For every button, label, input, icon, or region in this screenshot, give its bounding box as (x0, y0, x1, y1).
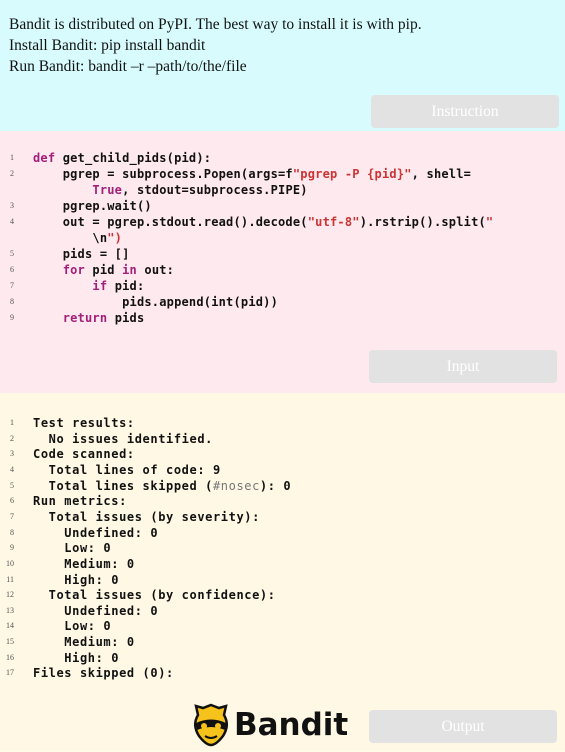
line-number: 1 (10, 153, 14, 162)
code-line: 4 out = pgrep.stdout.read().decode("utf-… (0, 214, 565, 230)
bandit-mask-icon (194, 703, 228, 747)
code-text: True, stdout=subprocess.PIPE) (92, 183, 308, 197)
line-number: 5 (10, 480, 14, 490)
code-text: def get_child_pids(pid): (33, 151, 212, 165)
instruction-line: Bandit is distributed on PyPI. The best … (9, 16, 422, 33)
line-number: 3 (10, 449, 14, 459)
code-line: 3 pgrep.wait() (0, 198, 565, 214)
instruction-panel: Bandit is distributed on PyPI. The best … (0, 0, 565, 131)
output-line: 10 Medium: 0 (0, 556, 565, 572)
line-number: 13 (6, 605, 14, 615)
output-line: 12 Total issues (by confidence): (0, 587, 565, 603)
line-number: 5 (10, 249, 14, 258)
output-text: Code scanned: (33, 447, 135, 462)
output-text: Low: 0 (33, 619, 112, 634)
output-text: Total issues (by confidence): (33, 588, 276, 603)
line-number: 1 (10, 418, 14, 427)
line-number: 12 (6, 590, 14, 600)
code-line: 6 for pid in out: (0, 262, 565, 278)
output-line: 11 High: 0 (0, 572, 565, 588)
code-line: 2 pgrep = subprocess.Popen(args=f"pgrep … (0, 166, 565, 182)
line-number: 16 (6, 652, 14, 662)
line-number: 11 (6, 574, 14, 584)
bandit-logo: Bandit (190, 703, 350, 749)
code-text: for pid in out: (62, 263, 175, 277)
code-line: 8 pids.append(int(pid)) (0, 294, 565, 310)
output-line: 5 Total lines skipped (#nosec): 0 (0, 478, 565, 494)
instruction-line: Install Bandit: pip install bandit (9, 37, 206, 54)
code-text: return pids (62, 311, 145, 325)
output-label: Output (369, 710, 557, 743)
output-text: High: 0 (33, 572, 120, 587)
line-number: 6 (10, 265, 14, 274)
output-line: 4 Total lines of code: 9 (0, 462, 565, 478)
line-number: 9 (10, 313, 14, 322)
code-text: pgrep = subprocess.Popen(args=f"pgrep -P… (33, 167, 472, 181)
code-line: 5 pids = [] (0, 246, 565, 262)
line-number: 15 (6, 637, 14, 647)
output-text: Medium: 0 (33, 556, 135, 571)
output-line: 2 No issues identified. (0, 431, 565, 447)
output-text: Test results: (33, 416, 135, 430)
output-text: No issues identified. (33, 431, 213, 446)
output-text: Medium: 0 (33, 635, 135, 650)
output-line: 13 Undefined: 0 (0, 603, 565, 619)
code-text: out = pgrep.stdout.read().decode("utf-8"… (33, 215, 494, 229)
code-line: 1 def get_child_pids(pid): (0, 150, 565, 166)
output-line: 15 Medium: 0 (0, 634, 565, 650)
output-panel: 1 Test results: 2 No issues identified. 3 Co… (0, 393, 565, 751)
line-number: 2 (10, 433, 14, 443)
code-line: 7 if pid: (0, 278, 565, 294)
code-line: True, stdout=subprocess.PIPE) (0, 182, 565, 198)
output-text: Total issues (by severity): (33, 509, 260, 524)
output-text: Low: 0 (33, 541, 112, 556)
code-text: pgrep.wait() (33, 199, 152, 213)
output-text: Undefined: 0 (33, 603, 159, 618)
line-number: 9 (10, 543, 14, 553)
line-number: 14 (6, 621, 14, 631)
output-line: 6 Run metrics: (0, 493, 565, 509)
output-text: High: 0 (33, 650, 120, 665)
output-line: 7 Total issues (by severity): (0, 509, 565, 525)
output-text: Total lines of code: 9 (33, 462, 221, 477)
line-number: 10 (6, 558, 14, 568)
output-line: 16 High: 0 (0, 650, 565, 666)
code-text: \n") (33, 231, 123, 245)
line-number: 6 (10, 496, 14, 506)
line-number: 2 (10, 169, 14, 178)
output-line: 14 Low: 0 (0, 618, 565, 634)
code-text: pids = [] (33, 247, 130, 261)
code-text: if pid: (92, 279, 145, 293)
code-text: pids.append(int(pid)) (33, 295, 279, 309)
output-line: 9 Low: 0 (0, 540, 565, 556)
output-line: 8 Undefined: 0 (0, 525, 565, 541)
output-text: Undefined: 0 (33, 525, 159, 540)
code-line: \n") (0, 230, 565, 246)
instruction-label: Instruction (371, 95, 559, 128)
line-number: 7 (10, 281, 14, 290)
output-line: 1 Test results: (0, 415, 565, 431)
line-number: 4 (10, 464, 14, 474)
line-number: 3 (10, 201, 14, 210)
input-panel: 1 def get_child_pids(pid): 2 pgrep = subpr… (0, 131, 565, 393)
line-number: 17 (6, 668, 14, 678)
output-text: Files skipped (0): (33, 666, 174, 681)
line-number: 7 (10, 511, 14, 521)
output-line: 3 Code scanned: (0, 446, 565, 462)
code-line: 9 return pids (0, 310, 565, 326)
output-line: 17 Files skipped (0): (0, 665, 565, 681)
output-text: Total lines skipped (#nosec): 0 (33, 478, 292, 493)
output-text: Run metrics: (33, 494, 127, 509)
logo-text: Bandit (234, 707, 349, 743)
line-number: 4 (10, 217, 14, 226)
line-number: 8 (10, 527, 14, 537)
instruction-line: Run Bandit: bandit –r –path/to/the/file (9, 58, 247, 75)
line-number: 8 (10, 297, 14, 306)
input-label: Input (369, 350, 557, 383)
